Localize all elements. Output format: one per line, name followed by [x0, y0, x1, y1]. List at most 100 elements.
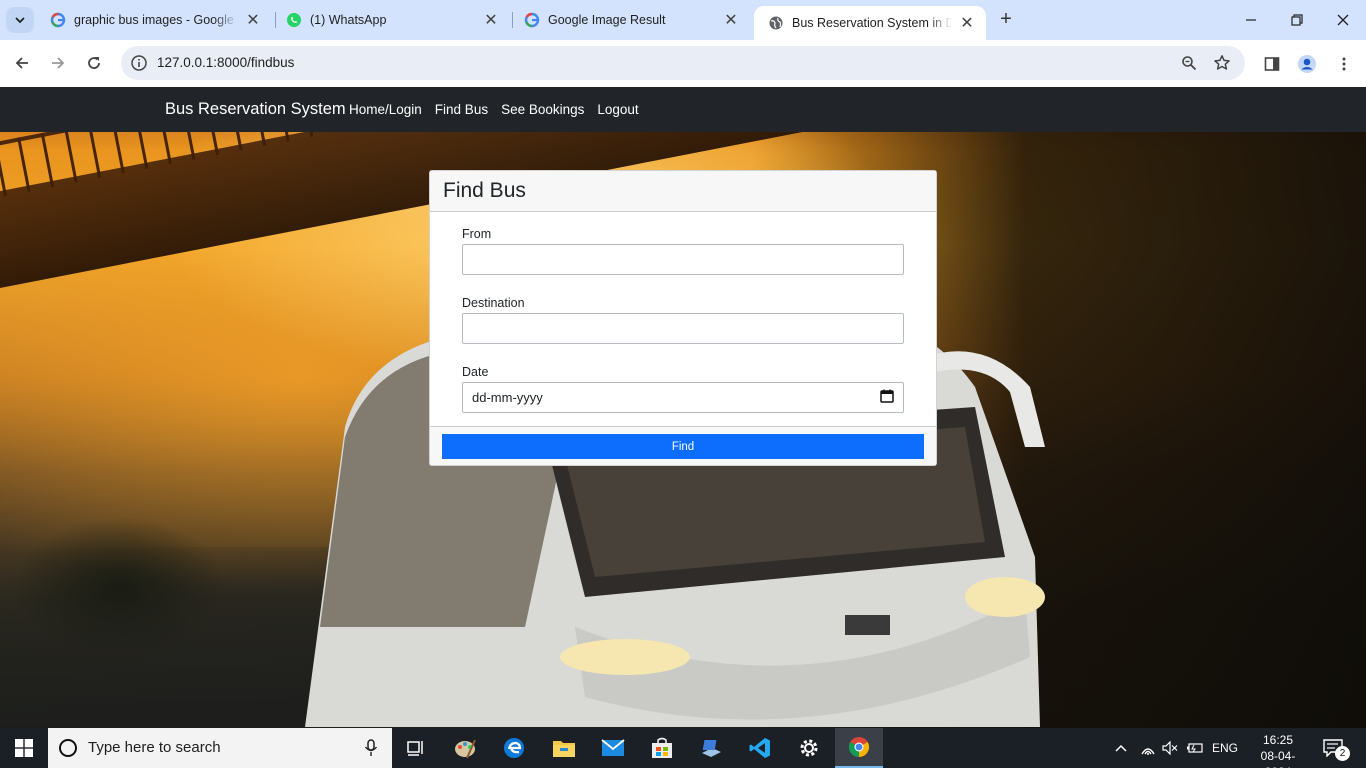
globe-icon: [768, 15, 784, 31]
close-icon[interactable]: ✕: [482, 11, 500, 29]
installer-icon: [702, 740, 721, 757]
new-tab-button[interactable]: +: [994, 9, 1018, 31]
web-page: Bus Reservation System Home/Login Find B…: [0, 87, 1366, 728]
taskbar-search-placeholder: Type here to search: [88, 739, 221, 756]
taskbar-app-settings[interactable]: [785, 728, 833, 768]
browser-tab-strip: graphic bus images - Google Se ✕ (1) Wha…: [0, 0, 1366, 40]
destination-input[interactable]: [462, 313, 904, 344]
site-brand[interactable]: Bus Reservation System: [165, 100, 346, 119]
tab-google-image-result[interactable]: Google Image Result ✕: [510, 0, 750, 40]
taskbar-app-mail[interactable]: [589, 728, 637, 768]
gear-icon: [800, 739, 818, 757]
tab-bus-reservation[interactable]: Bus Reservation System in Djan ✕: [754, 6, 986, 40]
start-button[interactable]: [0, 728, 48, 768]
close-icon: [1337, 14, 1349, 26]
notification-center-button[interactable]: 2: [1323, 728, 1350, 768]
card-header: Find Bus: [430, 171, 936, 212]
taskbar-app-edge[interactable]: [490, 728, 538, 768]
taskbar-app-paint[interactable]: [441, 728, 489, 768]
reload-button[interactable]: [79, 48, 109, 78]
tab-title: graphic bus images - Google Se: [74, 13, 238, 27]
tab-title: Bus Reservation System in Djan: [792, 16, 952, 30]
task-view-button[interactable]: [392, 728, 440, 768]
taskbar-clock[interactable]: 16:25 08-04-2024: [1252, 732, 1304, 768]
tab-title: Google Image Result: [548, 13, 666, 27]
arrow-left-icon: [15, 57, 28, 69]
card-body: From Destination Date dd-mm-yyyy: [430, 212, 936, 413]
whatsapp-icon: [286, 12, 302, 28]
store-bag-icon: [652, 737, 672, 758]
language-indicator[interactable]: ENG: [1212, 728, 1238, 768]
site-navbar: Bus Reservation System Home/Login Find B…: [0, 87, 1366, 132]
clock-time: 16:25: [1262, 733, 1294, 747]
minimize-icon: [1246, 19, 1256, 21]
tab-google-search[interactable]: graphic bus images - Google Se ✕: [36, 0, 272, 40]
vscode-icon: [749, 738, 770, 758]
reload-icon: [88, 57, 100, 69]
restore-button[interactable]: [1274, 0, 1320, 40]
notification-count-badge: 2: [1335, 746, 1350, 761]
chrome-icon: [848, 737, 870, 758]
tab-search-button[interactable]: [6, 7, 34, 33]
kebab-menu-icon[interactable]: [1333, 53, 1355, 75]
address-bar[interactable]: 127.0.0.1:8000/findbus: [121, 46, 1245, 80]
microphone-icon[interactable]: [364, 739, 378, 760]
destination-label: Destination: [462, 296, 525, 310]
paint-palette-icon: [455, 739, 476, 759]
tab-whatsapp[interactable]: (1) WhatsApp ✕: [272, 0, 510, 40]
taskbar-search-box[interactable]: Type here to search: [48, 728, 392, 768]
show-hidden-icons-button[interactable]: [1114, 728, 1128, 768]
from-label: From: [462, 227, 492, 241]
mail-icon: [601, 739, 625, 756]
battery-icon[interactable]: [1186, 728, 1204, 768]
close-icon[interactable]: ✕: [722, 11, 740, 29]
date-input[interactable]: dd-mm-yyyy: [462, 382, 904, 413]
browser-toolbar: 127.0.0.1:8000/findbus: [0, 40, 1366, 87]
side-panel-icon[interactable]: [1261, 53, 1283, 75]
forward-button[interactable]: [43, 48, 73, 78]
find-button[interactable]: Find: [442, 434, 924, 459]
folder-icon: [553, 741, 575, 757]
site-info-icon[interactable]: [129, 53, 149, 73]
back-button[interactable]: [7, 48, 37, 78]
find-bus-card: Find Bus From Destination Date dd-mm-yyy…: [429, 170, 937, 466]
nav-link-find-bus[interactable]: Find Bus: [435, 102, 488, 117]
close-icon[interactable]: ✕: [958, 14, 976, 32]
clock-date: 08-04-2024: [1260, 749, 1296, 768]
taskbar-app-chrome[interactable]: [835, 728, 883, 768]
calendar-icon[interactable]: [880, 389, 894, 406]
minimize-button[interactable]: [1228, 0, 1274, 40]
chevron-down-icon: [15, 17, 25, 24]
taskbar-app-installer[interactable]: [687, 728, 735, 768]
tab-title: (1) WhatsApp: [310, 13, 387, 27]
nav-link-see-bookings[interactable]: See Bookings: [501, 102, 584, 117]
search-icon: [58, 738, 78, 761]
card-title: Find Bus: [443, 179, 526, 202]
network-icon[interactable]: [1140, 728, 1156, 768]
edge-icon: [504, 738, 524, 758]
windows-taskbar: Type here to search ENG 16:25 08-04- 2: [0, 728, 1366, 768]
taskbar-app-store[interactable]: [638, 728, 686, 768]
card-footer: Find: [430, 426, 936, 465]
restore-icon: [1291, 14, 1303, 26]
url-text[interactable]: 127.0.0.1:8000/findbus: [157, 55, 294, 70]
arrow-right-icon: [52, 57, 65, 69]
date-placeholder: dd-mm-yyyy: [472, 390, 543, 405]
zoom-icon[interactable]: [1179, 53, 1199, 73]
profile-avatar-icon[interactable]: [1296, 53, 1318, 75]
nav-link-logout[interactable]: Logout: [597, 102, 638, 117]
nav-link-home-login[interactable]: Home/Login: [349, 102, 422, 117]
bookmark-star-icon[interactable]: [1212, 53, 1232, 73]
taskbar-app-file-explorer[interactable]: [540, 728, 588, 768]
google-icon: [524, 12, 540, 28]
google-icon: [50, 12, 66, 28]
date-label: Date: [462, 365, 489, 379]
windows-logo-icon: [15, 739, 33, 757]
from-input[interactable]: [462, 244, 904, 275]
volume-muted-icon[interactable]: [1162, 728, 1178, 768]
site-nav-links: Home/Login Find Bus See Bookings Logout: [349, 102, 652, 117]
taskbar-app-vscode[interactable]: [736, 728, 784, 768]
close-icon[interactable]: ✕: [244, 11, 262, 29]
close-window-button[interactable]: [1320, 0, 1366, 40]
task-view-icon: [407, 741, 423, 756]
